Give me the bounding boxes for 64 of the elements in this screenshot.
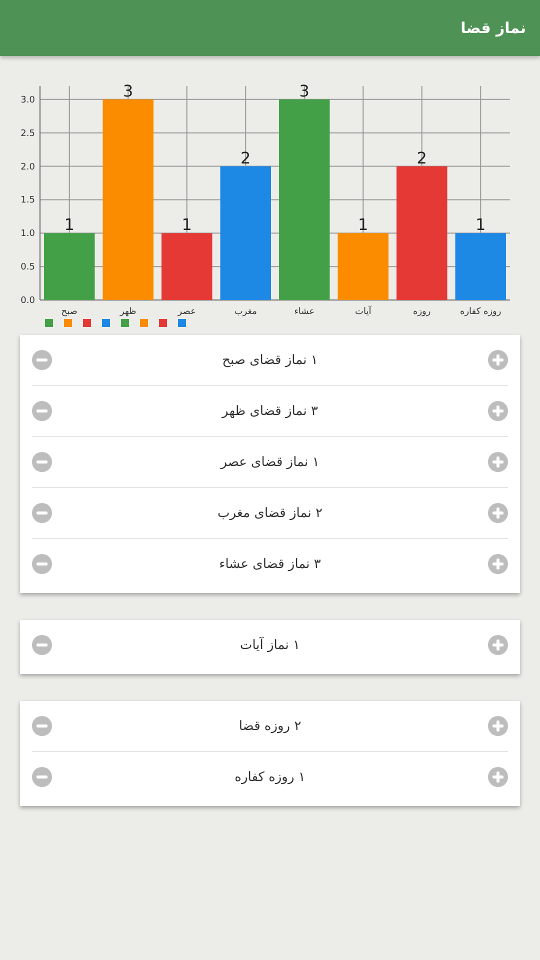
decrement-button[interactable] [32, 716, 52, 736]
bar-value-label: 1 [476, 215, 486, 234]
increment-button[interactable] [488, 767, 508, 787]
increment-button[interactable] [488, 401, 508, 421]
decrement-button[interactable] [32, 503, 52, 523]
decrement-button[interactable] [32, 554, 52, 574]
y-tick-label: 1.0 [20, 229, 35, 240]
plus-icon [488, 767, 508, 787]
counter-label: ۲ روزه قضا [238, 718, 302, 734]
plus-icon [488, 635, 508, 655]
increment-button[interactable] [488, 554, 508, 574]
y-tick-label: 0.0 [20, 296, 35, 306]
counter-label: ۳ نماز قضای عشاء [219, 556, 321, 572]
minus-icon [32, 503, 52, 523]
plus-icon [488, 716, 508, 736]
counter-label: ۱ نماز قضای عصر [220, 454, 320, 470]
x-category-label: صبح [61, 307, 78, 317]
minus-icon [32, 452, 52, 472]
y-tick-label: 0.5 [20, 262, 35, 273]
plus-icon [488, 350, 508, 370]
x-category-label: مغرب [234, 307, 257, 317]
counter-label: ۳ نماز قضای ظهر [222, 404, 318, 418]
minus-icon [32, 767, 52, 787]
bar-value-label: 3 [123, 81, 134, 100]
increment-button[interactable] [488, 503, 508, 523]
decrement-button[interactable] [32, 350, 52, 370]
minus-icon [32, 554, 52, 574]
x-category-label: ظهر [120, 307, 136, 317]
increment-button[interactable] [488, 452, 508, 472]
counter-label: ۱ نماز قضای صبح [222, 352, 318, 368]
y-tick-label: 2.5 [20, 128, 35, 139]
y-tick-label: 3.0 [20, 95, 35, 106]
app-title: نماز قضا [460, 19, 526, 37]
bar-value-label: 2 [240, 148, 251, 168]
x-category-label: آیات [355, 307, 372, 317]
minus-icon [32, 401, 52, 421]
y-tick-label: 2.0 [20, 162, 35, 172]
plus-icon [488, 554, 508, 574]
increment-button[interactable] [488, 350, 508, 370]
bar-value-label: 1 [358, 215, 368, 234]
decrement-button[interactable] [32, 767, 52, 787]
x-category-label: عشاء [294, 307, 315, 317]
bar-value-label: 3 [299, 81, 310, 100]
minus-icon [32, 350, 52, 370]
counter-label: ۱ روزه کفاره [234, 770, 306, 784]
bar-value-label: 1 [182, 215, 192, 234]
decrement-button[interactable] [32, 401, 52, 421]
plus-icon [488, 401, 508, 421]
increment-button[interactable] [488, 635, 508, 655]
counter-label: ۱ نماز آیات [240, 638, 300, 652]
decrement-button[interactable] [32, 635, 52, 655]
bar-value-label: 1 [64, 215, 74, 234]
plus-icon [488, 452, 508, 472]
x-category-label: روزه کفاره [460, 307, 502, 317]
counter-label: ۲ نماز قضای مغرب [217, 506, 323, 520]
increment-button[interactable] [488, 716, 508, 736]
x-category-label: روزه [413, 307, 431, 317]
x-category-label: عصر [178, 307, 196, 317]
decrement-button[interactable] [32, 452, 52, 472]
y-tick-label: 1.5 [20, 196, 35, 206]
minus-icon [32, 635, 52, 655]
plus-icon [488, 503, 508, 523]
minus-icon [32, 716, 52, 736]
bar-value-label: 2 [416, 148, 427, 168]
